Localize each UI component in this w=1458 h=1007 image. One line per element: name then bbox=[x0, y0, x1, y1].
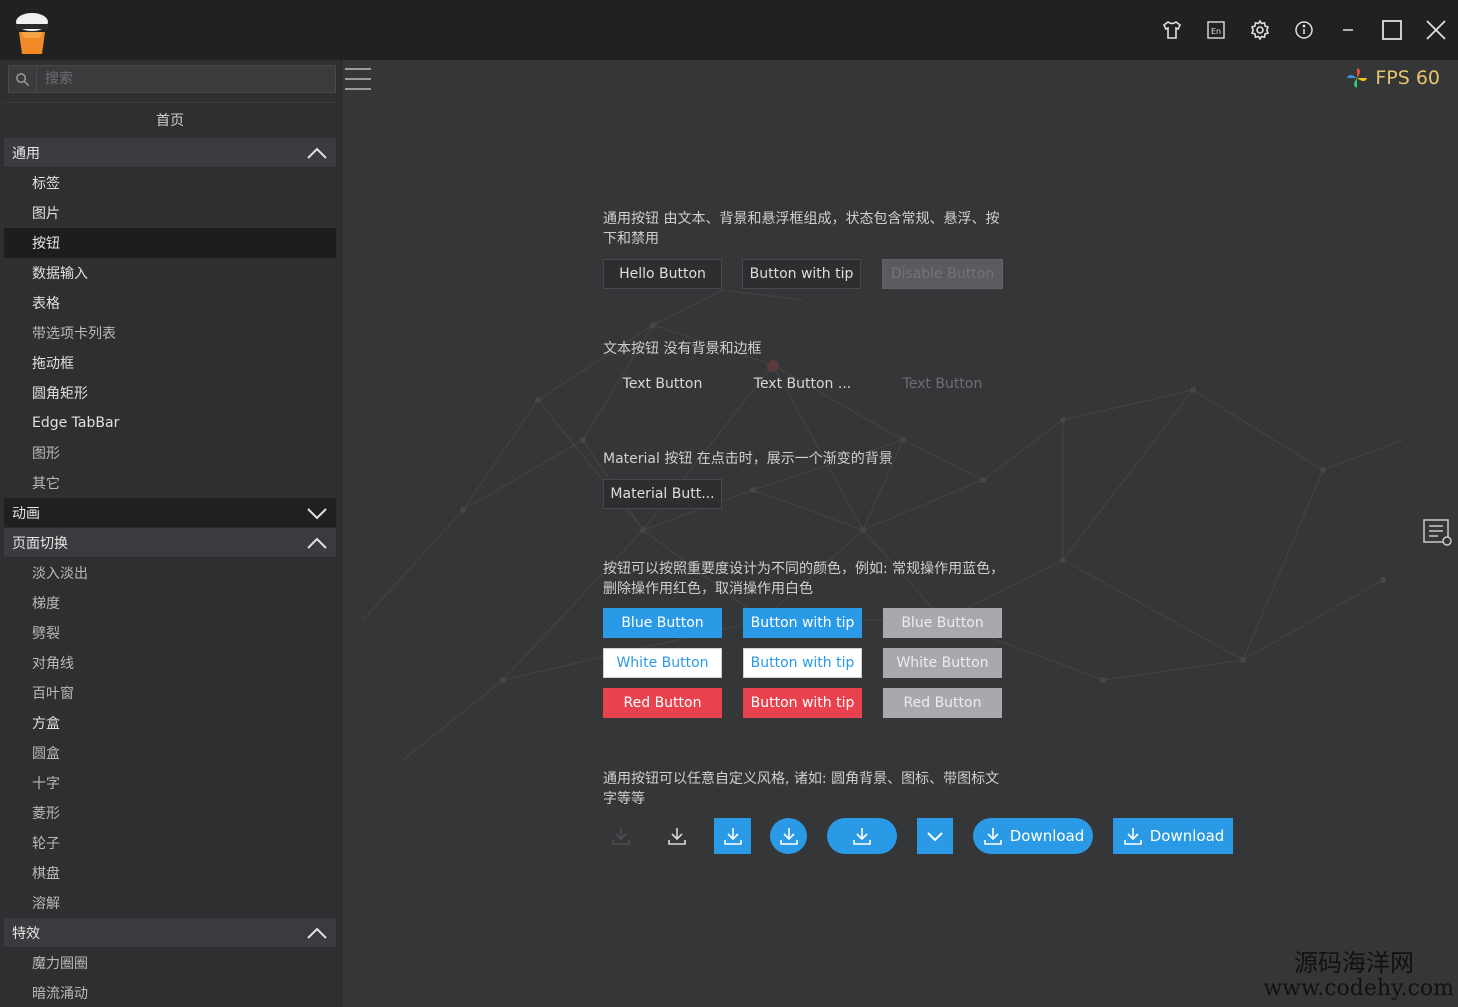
group-label: 动画 bbox=[12, 505, 40, 522]
sidebar-item-wheel[interactable]: 轮子 bbox=[4, 828, 336, 858]
red-button[interactable]: Red Button bbox=[603, 688, 722, 718]
sidebar-item-split[interactable]: 劈裂 bbox=[4, 618, 336, 648]
chevron-down-button[interactable] bbox=[917, 818, 953, 854]
sidebar-item-diamond[interactable]: 菱形 bbox=[4, 798, 336, 828]
sidebar-item-image[interactable]: 图片 bbox=[4, 198, 336, 228]
title-bar: En bbox=[0, 0, 1458, 60]
sidebar-item-cross[interactable]: 十字 bbox=[4, 768, 336, 798]
general-button-desc: 通用按钮 由文本、背景和悬浮框组成，状态包含常规、悬浮、按下和禁用 bbox=[603, 211, 1000, 247]
sidebar: 首页 通用 标签 图片 按钮 数据输入 表格 带选项卡列表 拖动框 圆角矩形 E… bbox=[0, 60, 342, 1007]
download-icon-disabled bbox=[601, 818, 641, 854]
button-with-tip[interactable]: Button with tip bbox=[742, 259, 861, 289]
sidebar-item-checkerboard[interactable]: 棋盘 bbox=[4, 858, 336, 888]
pinwheel-icon bbox=[1347, 68, 1368, 88]
text-button-1[interactable]: Text Button bbox=[603, 369, 722, 399]
download-circle-button[interactable] bbox=[770, 818, 807, 854]
fps-indicator: FPS 60 bbox=[1345, 66, 1440, 90]
red-button-with-tip[interactable]: Button with tip bbox=[743, 688, 862, 718]
download-square-button[interactable] bbox=[714, 818, 751, 854]
text-button-2[interactable]: Text Button ... bbox=[742, 369, 863, 399]
download-pill-button[interactable] bbox=[827, 818, 897, 854]
chevron-down-icon bbox=[307, 507, 327, 519]
download-text-pill-button[interactable]: Download bbox=[973, 818, 1093, 854]
sidebar-item-tab-list[interactable]: 带选项卡列表 bbox=[4, 318, 336, 348]
sidebar-item-round-box[interactable]: 圆盒 bbox=[4, 738, 336, 768]
sidebar-item-fade[interactable]: 淡入淡出 bbox=[4, 558, 336, 588]
download-text-button[interactable]: Download bbox=[1113, 818, 1233, 854]
language-label: En bbox=[1211, 27, 1221, 36]
sidebar-item-undercurrent[interactable]: 暗流涌动 bbox=[4, 978, 336, 1007]
white-button-with-tip[interactable]: Button with tip bbox=[743, 648, 862, 678]
sidebar-item-other[interactable]: 其它 bbox=[4, 468, 336, 498]
material-button-desc: Material 按钮 在点击时，展示一个渐变的背景 bbox=[603, 451, 893, 467]
download-icon bbox=[1123, 828, 1142, 845]
blue-button[interactable]: Blue Button bbox=[603, 608, 722, 638]
chevron-up-icon bbox=[307, 927, 327, 939]
app-logo-icon bbox=[12, 8, 52, 56]
group-label: 通用 bbox=[12, 145, 40, 162]
sidebar-item-drag-box[interactable]: 拖动框 bbox=[4, 348, 336, 378]
group-header-animation[interactable]: 动画 bbox=[4, 498, 336, 528]
info-icon[interactable] bbox=[1282, 0, 1326, 60]
close-icon[interactable] bbox=[1414, 0, 1458, 60]
watermark-url: www.codehy.com bbox=[1263, 976, 1454, 1001]
text-button-desc: 文本按钮 没有背景和边框 bbox=[603, 341, 762, 357]
white-button[interactable]: White Button bbox=[603, 648, 722, 678]
log-panel-icon[interactable] bbox=[1422, 516, 1454, 548]
sidebar-item-diagonal[interactable]: 对角线 bbox=[4, 648, 336, 678]
download-label: Download bbox=[1009, 827, 1085, 845]
sidebar-item-data-input[interactable]: 数据输入 bbox=[4, 258, 336, 288]
minimize-icon[interactable] bbox=[1326, 0, 1370, 60]
sidebar-item-dissolve[interactable]: 溶解 bbox=[4, 888, 336, 918]
fps-label: FPS 60 bbox=[1375, 67, 1440, 89]
sidebar-item-square-box[interactable]: 方盒 bbox=[4, 708, 336, 738]
sidebar-item-rounded-rect[interactable]: 圆角矩形 bbox=[4, 378, 336, 408]
chevron-up-icon bbox=[307, 147, 327, 159]
search-input[interactable] bbox=[37, 66, 335, 92]
chevron-down-icon bbox=[927, 832, 943, 842]
menu-toggle-icon[interactable] bbox=[343, 64, 373, 94]
white-button-disabled: White Button bbox=[883, 648, 1002, 678]
red-button-disabled: Red Button bbox=[883, 688, 1002, 718]
material-button[interactable]: Material Butt... bbox=[603, 479, 722, 509]
sidebar-item-blinds[interactable]: 百叶窗 bbox=[4, 678, 336, 708]
gear-icon[interactable] bbox=[1238, 0, 1282, 60]
sidebar-item-label[interactable]: 标签 bbox=[4, 168, 336, 198]
download-icon-button[interactable] bbox=[657, 818, 697, 854]
custom-button-desc: 通用按钮可以任意自定义风格, 诸如: 圆角背景、图标、带图标文字等等 bbox=[603, 771, 1000, 807]
search-box bbox=[8, 65, 336, 93]
blue-button-with-tip[interactable]: Button with tip bbox=[743, 608, 862, 638]
group-header-effects[interactable]: 特效 bbox=[4, 918, 336, 948]
disable-button: Disable Button bbox=[882, 259, 1003, 289]
download-label: Download bbox=[1149, 827, 1225, 845]
sidebar-item-magic-circle[interactable]: 魔力圈圈 bbox=[4, 948, 336, 978]
network-background bbox=[362, 289, 1404, 761]
color-button-desc: 按钮可以按照重要度设计为不同的颜色，例如: 常规操作用蓝色，删除操作用红色，取消… bbox=[603, 561, 1005, 597]
search-icon[interactable] bbox=[9, 66, 37, 92]
chevron-up-icon bbox=[307, 537, 327, 549]
sidebar-item-shapes[interactable]: 图形 bbox=[4, 438, 336, 468]
group-header-page-transition[interactable]: 页面切换 bbox=[4, 528, 336, 558]
sidebar-item-table[interactable]: 表格 bbox=[4, 288, 336, 318]
maximize-icon[interactable] bbox=[1370, 0, 1414, 60]
download-icon bbox=[983, 828, 1002, 845]
watermark-title: 源码海洋网 bbox=[1294, 949, 1414, 977]
shirt-icon[interactable] bbox=[1150, 0, 1194, 60]
sidebar-nav: 通用 标签 图片 按钮 数据输入 表格 带选项卡列表 拖动框 圆角矩形 Edge… bbox=[4, 138, 336, 1007]
sidebar-item-gradient[interactable]: 梯度 bbox=[4, 588, 336, 618]
blue-button-disabled: Blue Button bbox=[883, 608, 1002, 638]
sidebar-home[interactable]: 首页 bbox=[4, 102, 336, 136]
watermark: 源码海洋网 www.codehy.com bbox=[1263, 949, 1454, 1001]
hello-button[interactable]: Hello Button bbox=[603, 259, 722, 289]
language-icon[interactable]: En bbox=[1194, 0, 1238, 60]
sidebar-item-button[interactable]: 按钮 bbox=[4, 228, 336, 258]
text-button-disabled: Text Button bbox=[902, 376, 983, 392]
main-content: FPS 60 通用按钮 由文本、背景和悬浮框组成，状态包含常规、悬浮、按下和禁用… bbox=[343, 60, 1458, 1007]
group-label: 页面切换 bbox=[12, 535, 68, 552]
group-header-general[interactable]: 通用 bbox=[4, 138, 336, 168]
group-label: 特效 bbox=[12, 925, 40, 942]
sidebar-item-edge-tabbar[interactable]: Edge TabBar bbox=[4, 408, 336, 438]
